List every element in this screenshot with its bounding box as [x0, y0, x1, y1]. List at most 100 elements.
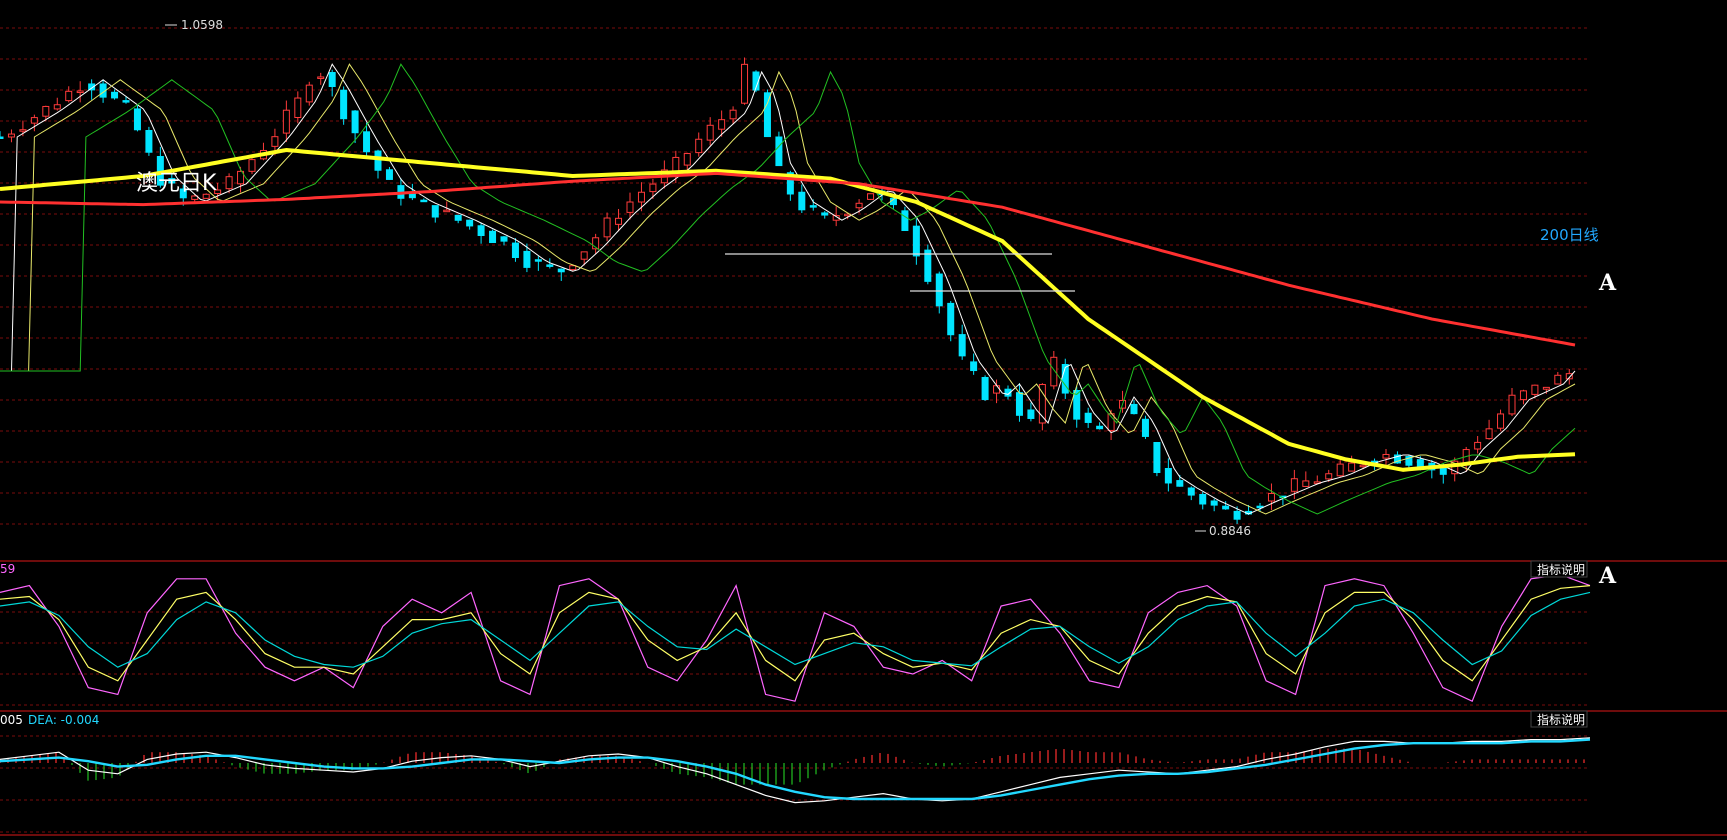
ma5-line	[0, 63, 1576, 515]
candle-body	[546, 264, 554, 267]
candle-body	[420, 199, 428, 203]
candle-body	[775, 136, 783, 167]
kdj-explain-button[interactable]: 指标说明	[1530, 560, 1588, 578]
candle-body	[225, 176, 233, 190]
marker-a-kdj: A	[1598, 563, 1617, 589]
candle-body	[1474, 441, 1482, 450]
candle-body	[1187, 487, 1195, 496]
candle-body	[7, 133, 15, 138]
candle-body	[19, 129, 27, 132]
ma30-line	[0, 63, 1576, 515]
candle-body	[1542, 386, 1550, 390]
candle-body	[557, 268, 565, 273]
candle-body	[351, 110, 359, 134]
candle-body	[1497, 413, 1505, 429]
kdj-legend-value: 59	[0, 562, 15, 576]
ma60-line	[0, 147, 1576, 472]
candle-body	[443, 209, 451, 213]
candle-body	[248, 159, 256, 172]
candle-body	[1302, 480, 1310, 487]
candle-body	[385, 169, 393, 180]
candle-body	[718, 119, 726, 130]
candle-body	[1267, 492, 1275, 502]
candle-body	[1130, 403, 1138, 415]
candle-body	[706, 124, 714, 141]
candle-body	[981, 377, 989, 401]
candle-body	[294, 97, 302, 119]
macd-explain-button[interactable]: 指标说明	[1530, 710, 1588, 728]
candle-body	[42, 105, 50, 117]
candle-body	[374, 150, 382, 171]
candle-body	[1050, 356, 1058, 387]
kdj-line-0	[0, 574, 1591, 703]
candle-body	[534, 259, 542, 262]
candle-body	[317, 76, 325, 79]
candle-body	[1233, 510, 1241, 520]
candle-body	[1531, 384, 1539, 395]
macd-dea-label: DEA: -0.004	[28, 713, 99, 727]
candle-body	[1199, 494, 1207, 505]
candle-body	[695, 138, 703, 154]
candle-body	[970, 361, 978, 372]
ma200-line	[0, 171, 1576, 347]
candle-body	[65, 90, 73, 102]
candle-body	[741, 63, 749, 104]
candle-body	[1141, 418, 1149, 437]
candle-body	[1084, 412, 1092, 423]
candle-body	[855, 202, 863, 209]
candle-body	[867, 193, 875, 200]
candle-body	[1222, 505, 1230, 510]
candle-body	[1015, 392, 1023, 416]
candle-body	[431, 205, 439, 218]
grid-lines	[0, 27, 1727, 836]
candle-body	[763, 92, 771, 138]
ma200-label: 200日线	[1540, 226, 1599, 244]
candle-body	[489, 230, 497, 244]
kdj-explain-label: 指标说明	[1537, 562, 1585, 577]
high-price-label: 1.0598	[181, 18, 223, 32]
price-chart-canvas: 澳元日K 1.0598 0.8846 200日线 A A 59 005 DEA:…	[0, 18, 1727, 836]
candle-body	[1290, 478, 1298, 492]
candle-body	[1348, 462, 1356, 472]
candle-body	[363, 131, 371, 153]
candle-body	[615, 217, 623, 225]
candle-body	[282, 109, 290, 134]
candle-body	[122, 100, 130, 103]
candle-body	[477, 225, 485, 237]
candle-body	[111, 91, 119, 99]
candle-body	[821, 212, 829, 216]
candle-body	[1554, 374, 1562, 385]
candle-body	[1439, 468, 1447, 475]
candle-body	[1164, 468, 1172, 484]
candle-body	[328, 72, 336, 87]
candle-body	[958, 334, 966, 357]
candle-body	[0, 136, 4, 139]
candlestick-panel	[0, 57, 1576, 524]
candle-body	[993, 385, 1001, 394]
candle-body	[1359, 464, 1367, 468]
kdj-panel	[0, 574, 1591, 703]
macd-dea-line	[0, 738, 1591, 801]
candle-body	[145, 130, 153, 153]
candle-body	[912, 225, 920, 257]
candle-body	[1336, 463, 1344, 477]
candle-body	[626, 201, 634, 213]
macd-dif-label: 005	[0, 713, 23, 727]
candle-body	[1176, 480, 1184, 487]
candle-body	[924, 249, 932, 282]
candle-body	[133, 108, 141, 131]
candle-body	[729, 109, 737, 120]
candle-body	[580, 251, 588, 260]
candle-body	[1382, 453, 1390, 459]
candle-body	[271, 136, 279, 147]
candle-body	[511, 242, 519, 258]
candle-body	[454, 214, 462, 221]
candle-body	[935, 273, 943, 307]
candle-body	[1096, 425, 1104, 430]
candle-body	[340, 89, 348, 120]
candle-body	[1508, 394, 1516, 415]
candle-body	[1210, 500, 1218, 506]
candle-body	[30, 117, 38, 124]
candle-body	[305, 84, 313, 103]
candle-body	[947, 302, 955, 336]
